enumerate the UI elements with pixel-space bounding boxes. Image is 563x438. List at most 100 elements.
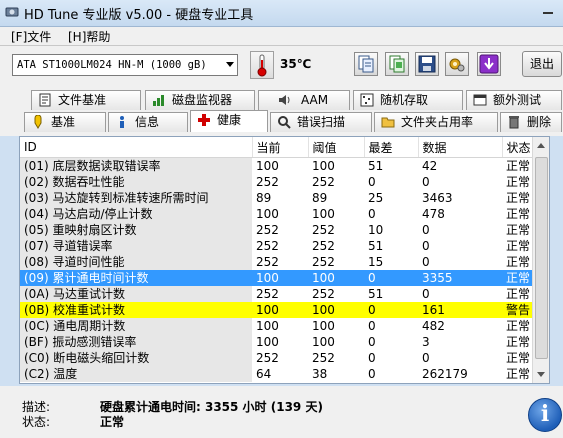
tab-file-benchmark[interactable]: 文件基准 xyxy=(31,90,141,110)
table-row[interactable]: (01) 底层数据读取错误率 100 100 51 42 正常 xyxy=(20,157,535,174)
erase-icon xyxy=(509,116,519,129)
cell-id: (0A) 马达重试计数 xyxy=(20,286,252,302)
copy-text-button[interactable] xyxy=(354,52,378,76)
cell-worst: 0 xyxy=(368,367,376,381)
vertical-scrollbar[interactable] xyxy=(532,137,549,383)
tab-erase[interactable]: 删除 xyxy=(500,112,562,132)
tab-label: 基准 xyxy=(51,115,76,129)
table-row[interactable]: (0A) 马达重试计数 252 252 51 0 正常 xyxy=(20,286,535,302)
cell-threshold: 252 xyxy=(312,351,335,365)
table-row[interactable]: (08) 寻道时间性能 252 252 15 0 正常 xyxy=(20,254,535,270)
table-row[interactable]: (C0) 断电磁头缩回计数 252 252 0 0 正常 xyxy=(20,350,535,366)
column-header-status[interactable]: 状态 xyxy=(502,137,536,158)
tab-error-scan[interactable]: 错误扫描 xyxy=(270,112,372,132)
cell-data: 482 xyxy=(422,319,445,333)
table-row[interactable]: (05) 重映射扇区计数 252 252 10 0 正常 xyxy=(20,222,535,238)
cell-id: (BF) 振动感测错误率 xyxy=(20,334,252,350)
cell-data: 0 xyxy=(422,351,430,365)
table-row[interactable]: (07) 寻道错误率 252 252 51 0 正常 xyxy=(20,238,535,254)
scroll-thumb[interactable] xyxy=(535,157,548,359)
table-row[interactable]: (02) 数据吞吐性能 252 252 0 0 正常 xyxy=(20,174,535,190)
cell-data: 0 xyxy=(422,239,430,253)
benchmark-icon xyxy=(34,115,42,129)
options-icon xyxy=(449,58,465,72)
column-header-current[interactable]: 当前 xyxy=(252,137,309,158)
tab-benchmark[interactable]: 基准 xyxy=(24,112,106,132)
tab-disk-monitor[interactable]: 磁盘监视器 xyxy=(145,90,255,110)
tab-label: 文件夹占用率 xyxy=(401,115,474,129)
folder-usage-icon xyxy=(381,117,395,128)
cell-data: 0 xyxy=(422,223,430,237)
cell-threshold: 252 xyxy=(312,239,335,253)
cell-status: 正常 xyxy=(506,207,531,221)
cell-current: 100 xyxy=(256,335,279,349)
scroll-up-icon[interactable] xyxy=(537,143,545,148)
cell-id: (05) 重映射扇区计数 xyxy=(20,222,252,238)
cell-current: 252 xyxy=(256,239,279,253)
tab-label: 磁盘监视器 xyxy=(172,93,233,107)
exit-button[interactable]: 退出 xyxy=(522,51,562,77)
state-value: 正常 xyxy=(100,415,125,429)
cell-threshold: 38 xyxy=(312,367,328,381)
tab-folder-usage[interactable]: 文件夹占用率 xyxy=(374,112,498,132)
minimize-tray-button[interactable] xyxy=(477,52,501,76)
cell-current: 100 xyxy=(256,207,279,221)
health-cross-icon xyxy=(198,114,210,126)
cell-current: 100 xyxy=(252,270,308,286)
cell-worst: 0 xyxy=(368,319,376,333)
tab-info[interactable]: 信息 xyxy=(108,112,188,132)
cell-id: (07) 寻道错误率 xyxy=(20,238,252,254)
tab-random-access[interactable]: 随机存取 xyxy=(353,90,463,110)
cell-data: 0 xyxy=(422,175,430,189)
cell-status: 正常 xyxy=(506,159,531,173)
options-button[interactable] xyxy=(445,52,469,76)
tab-health[interactable]: 健康 xyxy=(190,110,268,132)
column-header-id[interactable]: ID xyxy=(20,137,253,158)
title-bar: HD Tune 专业版 v5.00 - 硬盘专业工具 xyxy=(0,0,563,27)
minimize-button[interactable] xyxy=(533,0,563,20)
tab-extra-tests[interactable]: 额外测试 xyxy=(466,90,562,110)
table-header: ID 当前 阈值 最差 数据 状态 xyxy=(20,137,536,158)
cell-status: 正常 xyxy=(506,367,531,381)
cell-data: 161 xyxy=(418,302,502,318)
table-row[interactable]: (04) 马达启动/停止计数 100 100 0 478 正常 xyxy=(20,206,535,222)
cell-worst: 0 xyxy=(364,270,418,286)
save-button[interactable] xyxy=(415,52,439,76)
cell-current: 252 xyxy=(256,287,279,301)
cell-status: 正常 xyxy=(506,351,531,365)
tab-label: 额外测试 xyxy=(493,93,542,107)
menu-bar: [F]文件 [H]帮助 xyxy=(0,27,563,46)
cell-worst: 0 xyxy=(368,351,376,365)
menu-help[interactable]: [H]帮助 xyxy=(68,28,110,45)
info-icon[interactable]: i xyxy=(528,398,562,432)
scroll-down-icon[interactable] xyxy=(537,372,545,377)
cell-data: 3355 xyxy=(418,270,502,286)
cell-current: 100 xyxy=(252,302,308,318)
table-row[interactable]: (C2) 温度 64 38 0 262179 正常 xyxy=(20,366,535,382)
copy-screenshot-button[interactable] xyxy=(385,52,409,76)
column-header-threshold[interactable]: 阈值 xyxy=(308,137,365,158)
cell-id: (02) 数据吞吐性能 xyxy=(20,174,252,190)
cell-status: 正常 xyxy=(506,239,531,253)
table-row[interactable]: (0C) 通电周期计数 100 100 0 482 正常 xyxy=(20,318,535,334)
cell-status: 正常 xyxy=(506,287,531,301)
thermometer-icon xyxy=(250,51,274,79)
cell-worst: 10 xyxy=(368,223,384,237)
column-header-worst[interactable]: 最差 xyxy=(364,137,419,158)
cell-status: 正常 xyxy=(506,191,531,205)
cell-threshold: 252 xyxy=(312,223,335,237)
copy-text-icon xyxy=(358,55,374,73)
table-row[interactable]: (03) 马达旋转到标准转速所需时间 89 89 25 3463 正常 xyxy=(20,190,535,206)
cell-worst: 51 xyxy=(368,159,384,173)
table-row[interactable]: (BF) 振动感测错误率 100 100 0 3 正常 xyxy=(20,334,535,350)
menu-file[interactable]: [F]文件 xyxy=(11,28,51,45)
tab-aam[interactable]: AAM xyxy=(258,90,350,110)
drive-select[interactable]: ATA ST1000LM024 HN-M (1000 gB) xyxy=(12,54,238,76)
file-benchmark-icon xyxy=(39,93,51,107)
cell-current: 64 xyxy=(256,367,272,381)
window-title: HD Tune 专业版 v5.00 - 硬盘专业工具 xyxy=(24,8,254,23)
table-row[interactable]: (09) 累计通电时间计数 100 100 0 3355 正常 xyxy=(20,270,535,286)
column-header-data[interactable]: 数据 xyxy=(418,137,503,158)
cell-data: 42 xyxy=(422,159,438,173)
table-row[interactable]: (0B) 校准重试计数 100 100 0 161 警告 xyxy=(20,302,535,318)
